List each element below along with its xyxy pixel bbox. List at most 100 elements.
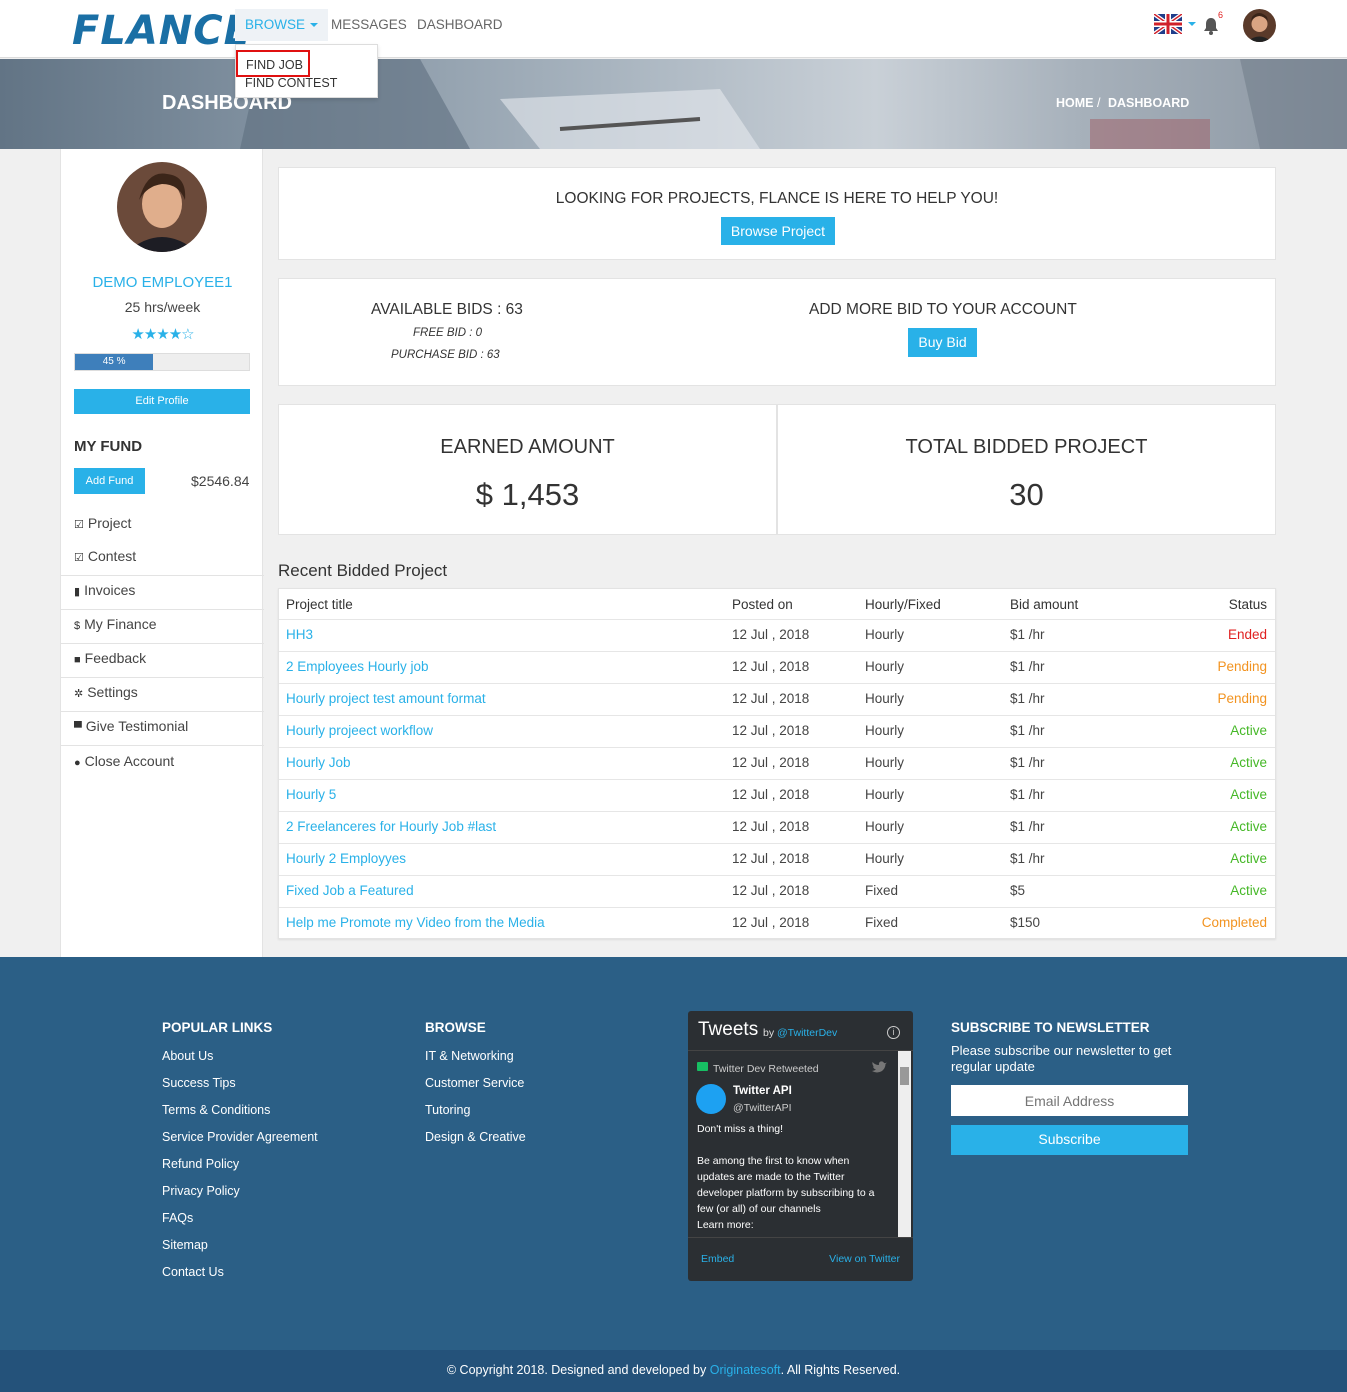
posted-on-cell: 12 Jul , 2018 <box>732 723 810 738</box>
footer-link[interactable]: Contact Us <box>162 1265 224 1279</box>
posted-on-cell: 12 Jul , 2018 <box>732 915 810 930</box>
uk-flag-icon[interactable] <box>1154 14 1182 34</box>
table-row: Hourly project test amount format 12 Jul … <box>279 683 1275 715</box>
file-icon: ▮ <box>74 586 81 598</box>
project-title-link[interactable]: 2 Freelanceres for Hourly Job #last <box>286 819 496 834</box>
tweet-body-line: developer platform by subscribing to a <box>697 1187 875 1199</box>
view-on-twitter-link[interactable]: View on Twitter <box>829 1253 900 1265</box>
status-cell: Active <box>1230 851 1267 866</box>
column-header-posted: Posted on <box>732 597 793 612</box>
promo-title: LOOKING FOR PROJECTS, FLANCE IS HERE TO … <box>555 190 999 207</box>
project-title-link[interactable]: Hourly project test amount format <box>286 691 486 706</box>
sidebar-item-invoices[interactable]: ▮ Invoices <box>74 582 135 598</box>
sidebar-item-contest[interactable]: ☑ Contest <box>74 548 136 564</box>
profile-hours: 25 hrs/week <box>124 299 201 315</box>
tweet-line-1: Don't miss a thing! <box>697 1123 784 1135</box>
nav-browse[interactable]: BROWSE <box>235 9 329 41</box>
divider <box>61 745 264 746</box>
status-cell: Pending <box>1217 659 1267 674</box>
hourly-fixed-cell: Hourly <box>865 691 905 706</box>
breadcrumb-home[interactable]: HOME <box>1056 96 1094 110</box>
column-header-status: Status <box>1228 597 1267 612</box>
footer-link[interactable]: Sitemap <box>162 1238 208 1252</box>
scrollbar-thumb[interactable] <box>900 1067 909 1085</box>
table-row: Hourly Job 12 Jul , 2018 Hourly $1 /hr Activ… <box>279 747 1275 779</box>
tweet-account-name[interactable]: Twitter API <box>733 1085 792 1097</box>
project-title-link[interactable]: Fixed Job a Featured <box>286 883 414 898</box>
footer-link[interactable]: FAQs <box>162 1211 193 1225</box>
menu-find-job[interactable]: FIND JOB <box>236 50 310 77</box>
flance-logo[interactable]: FLANCE <box>72 8 252 54</box>
tweet-embed-link[interactable]: Embed <box>701 1253 734 1265</box>
footer-link[interactable]: Privacy Policy <box>162 1184 240 1198</box>
bid-amount-cell: $150 <box>1010 915 1041 930</box>
promo-card: LOOKING FOR PROJECTS, FLANCE IS HERE TO … <box>278 167 1276 260</box>
footer-browse-link[interactable]: Tutoring <box>425 1103 470 1117</box>
sidebar-item-close-account[interactable]: ● Close Account <box>74 753 174 769</box>
hourly-fixed-cell: Fixed <box>865 915 899 930</box>
tweet-body-line: Learn more: <box>697 1219 754 1231</box>
tweet-scrollbar[interactable] <box>898 1051 911 1237</box>
project-title-link[interactable]: Hourly 2 Employyes <box>286 851 406 866</box>
nav-messages[interactable]: MESSAGES <box>321 9 417 41</box>
buy-bid-button[interactable]: Buy Bid <box>908 328 977 357</box>
user-avatar[interactable] <box>1243 9 1276 42</box>
sidebar-item-feedback[interactable]: ■ Feedback <box>74 650 146 666</box>
originatesoft-link[interactable]: Originatesoft <box>710 1363 781 1377</box>
progress-fill: 45 % <box>75 354 154 370</box>
free-bid: FREE BID : 0 <box>413 327 483 339</box>
bid-amount-cell: $1 /hr <box>1010 819 1045 834</box>
language-caret-icon[interactable] <box>1188 22 1196 26</box>
project-title-link[interactable]: 2 Employees Hourly job <box>286 659 429 674</box>
sidebar-item-settings[interactable]: ✲ Settings <box>74 684 138 700</box>
nav-browse-label: BROWSE <box>245 17 306 32</box>
recent-bids-table: Project title Posted on Hourly/Fixed Bid… <box>278 588 1276 939</box>
sidebar-item-my-finance[interactable]: $ My Finance <box>74 616 156 632</box>
nav-dashboard[interactable]: DASHBOARD <box>407 9 513 41</box>
menu-find-contest[interactable]: FIND CONTEST <box>245 76 337 90</box>
earned-amount-label: EARNED AMOUNT <box>440 436 615 458</box>
footer-browse-link[interactable]: Design & Creative <box>425 1130 526 1144</box>
info-icon[interactable]: i <box>887 1026 900 1039</box>
footer-link[interactable]: Success Tips <box>162 1076 236 1090</box>
footer-link[interactable]: Terms & Conditions <box>162 1103 270 1117</box>
browse-links-title: BROWSE <box>425 1020 486 1035</box>
posted-on-cell: 12 Jul , 2018 <box>732 755 810 770</box>
add-more-bid-title: ADD MORE BID TO YOUR ACCOUNT <box>809 301 1077 318</box>
project-title-link[interactable]: HH3 <box>286 627 313 642</box>
footer-link[interactable]: Service Provider Agreement <box>162 1130 318 1144</box>
copyright-suffix: . All Rights Reserved. <box>780 1363 901 1377</box>
project-title-link[interactable]: Help me Promote my Video from the Media <box>286 915 545 930</box>
table-row: Hourly projeect workflow 12 Jul , 2018 Hou… <box>279 715 1275 747</box>
tweets-handle-link[interactable]: @TwitterDev <box>777 1027 837 1039</box>
edit-profile-button[interactable]: Edit Profile <box>74 389 250 414</box>
project-title-link[interactable]: Hourly projeect workflow <box>286 723 433 738</box>
add-fund-button[interactable]: Add Fund <box>74 468 145 494</box>
footer-link[interactable]: Refund Policy <box>162 1157 239 1171</box>
browse-project-button[interactable]: Browse Project <box>721 217 835 245</box>
divider <box>61 643 264 644</box>
available-bids: AVAILABLE BIDS : 63 <box>371 301 523 318</box>
top-navbar: FLANCE BROWSE MESSAGES DASHBOARD 6 <box>0 0 1347 58</box>
subscribe-button[interactable]: Subscribe <box>951 1125 1188 1155</box>
posted-on-cell: 12 Jul , 2018 <box>732 787 810 802</box>
sidebar-item-give-testimonial[interactable]: ▀ Give Testimonial <box>74 718 188 734</box>
breadcrumb-separator: / <box>1097 96 1101 110</box>
project-title-link[interactable]: Hourly Job <box>286 755 351 770</box>
footer-browse-link[interactable]: Customer Service <box>425 1076 524 1090</box>
twitter-bird-icon[interactable] <box>872 1061 887 1073</box>
dollar-icon: $ <box>74 620 81 632</box>
table-row: Help me Promote my Video from the Media 1… <box>279 907 1275 939</box>
footer-browse-link[interactable]: IT & Networking <box>425 1049 514 1063</box>
project-title-link[interactable]: Hourly 5 <box>286 787 336 802</box>
twitter-api-avatar[interactable] <box>696 1084 726 1114</box>
footer-link[interactable]: About Us <box>162 1049 213 1063</box>
hourly-fixed-cell: Hourly <box>865 755 905 770</box>
email-field[interactable] <box>951 1085 1188 1116</box>
my-fund-title: MY FUND <box>74 438 143 455</box>
sidebar-item-project[interactable]: ☑ Project <box>74 515 131 531</box>
profile-name[interactable]: DEMO EMPLOYEE1 <box>61 274 264 291</box>
status-cell: Active <box>1230 883 1267 898</box>
tweets-title: Tweets <box>698 1019 759 1040</box>
bell-icon[interactable] <box>1203 17 1219 35</box>
